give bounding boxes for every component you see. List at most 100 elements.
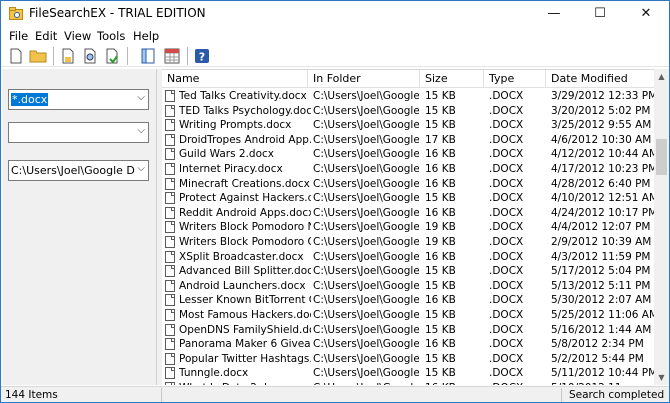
results-list[interactable]: Name In Folder Size Type Date Modified T… (162, 69, 654, 385)
menu-view[interactable]: View (64, 29, 91, 43)
scroll-thumb[interactable] (656, 139, 667, 175)
file-folder: C:\Users\Joel\Google ... (313, 192, 419, 205)
menu-bar: File Edit View Tools Help (1, 27, 669, 45)
list-item[interactable]: Internet Piracy.docx C:\Users\Joel\Google… (162, 162, 654, 177)
file-name: Reddit Android Apps.docx (179, 206, 311, 219)
help-icon[interactable]: ? (193, 47, 211, 65)
columns-icon[interactable] (163, 47, 181, 65)
file-folder: C:\Users\Joel\Google ... (313, 338, 419, 351)
file-folder: C:\Users\Joel\Google ... (313, 90, 419, 102)
maximize-button[interactable]: ☐ (577, 1, 623, 27)
list-header: Name In Folder Size Type Date Modified (162, 70, 654, 88)
file-type: .DOCX (489, 206, 524, 219)
column-header-type[interactable]: Type (484, 70, 546, 88)
list-item[interactable]: XSplit Broadcaster.docx C:\Users\Joel\Goo… (162, 250, 654, 265)
folder-value: C:\Users\Joel\Google Drive\M (11, 164, 135, 177)
menu-file[interactable]: File (9, 29, 28, 43)
file-folder: C:\Users\Joel\Google ... (313, 162, 419, 175)
file-date: 4/12/2012 10:44 AM (551, 148, 654, 161)
document-icon (165, 206, 175, 219)
document-icon (165, 90, 175, 102)
file-size: 16 KB (425, 177, 456, 190)
list-item[interactable]: Lesser Known BitTorrent Cli...C:\Users\J… (162, 293, 654, 308)
menu-edit[interactable]: Edit (35, 29, 57, 43)
list-item[interactable]: Guild Wars 2.docx C:\Users\Joel\Google ..… (162, 147, 654, 162)
chevron-down-icon[interactable]: ⌵ (137, 163, 145, 174)
file-date: 4/28/2012 6:40 PM (551, 177, 651, 190)
file-size: 15 KB (425, 104, 456, 117)
document-icon (165, 235, 175, 248)
file-date: 5/17/2012 5:04 PM (551, 265, 651, 278)
chevron-down-icon[interactable]: ⌵ (137, 92, 145, 103)
title-bar[interactable]: FileSearchEX - TRIAL EDITION — ☐ ✕ (1, 1, 669, 27)
minimize-button[interactable]: — (531, 1, 577, 27)
file-type: .DOCX (489, 177, 524, 190)
list-item[interactable]: OpenDNS FamilyShield.docxC:\Users\Joel\G… (162, 323, 654, 338)
list-item[interactable]: DroidTropes Android App.d...C:\Users\Joe… (162, 133, 654, 148)
list-item[interactable]: Most Famous Hackers.docx C:\Users\Joel\Go… (162, 308, 654, 323)
list-item[interactable]: TED Talks Psychology.docx C:\Users\Joel\G… (162, 104, 654, 119)
column-header-date[interactable]: Date Modified (546, 70, 654, 88)
list-item[interactable]: Writing Prompts.docx C:\Users\Joel\Google… (162, 118, 654, 133)
text-search-combo[interactable]: ⌵ (8, 122, 149, 143)
file-folder: C:\Users\Joel\Google ... (313, 381, 419, 385)
search-doc-icon[interactable] (59, 47, 77, 65)
column-header-name[interactable]: Name (162, 70, 308, 88)
vertical-scrollbar[interactable]: ▲ ▼ (654, 69, 669, 385)
list-item[interactable]: What Is Data 2.docxC:\Users\Joel\Google … (162, 381, 654, 385)
file-date: 2/9/2012 10:39 AM (551, 235, 652, 248)
folder-search-icon (9, 7, 23, 20)
document-icon (165, 294, 175, 307)
file-name: XSplit Broadcaster.docx (179, 250, 304, 263)
export-icon[interactable] (103, 47, 121, 65)
file-pattern-combo[interactable]: *.docx ⌵ (8, 89, 149, 110)
file-folder: C:\Users\Joel\Google ... (313, 279, 419, 292)
file-size: 16 KB (425, 206, 456, 219)
document-icon (165, 250, 175, 263)
list-item[interactable]: Android Launchers.docx C:\Users\Joel\Goog… (162, 279, 654, 294)
file-size: 17 KB (425, 133, 456, 146)
list-item[interactable]: Tunngle.docx C:\Users\Joel\Google ... 15 K… (162, 366, 654, 381)
close-button[interactable]: ✕ (623, 1, 669, 27)
folder-combo[interactable]: C:\Users\Joel\Google Drive\M ⌵ (8, 160, 149, 181)
list-item[interactable]: Popular Twitter Hashtags.d...C:\Users\Jo… (162, 352, 654, 367)
file-size: 15 KB (425, 308, 456, 321)
document-icon (165, 308, 175, 321)
file-size: 15 KB (425, 265, 456, 278)
file-name: Guild Wars 2.docx (179, 148, 274, 161)
list-item[interactable]: Minecraft Creations.docx C:\Users\Joel\Go… (162, 177, 654, 192)
file-name: DroidTropes Android App.d... (179, 133, 311, 146)
preview-icon[interactable] (81, 47, 99, 65)
document-icon (165, 265, 175, 278)
file-name: Writers Block Pomodoro OL... (179, 235, 311, 248)
scroll-up-icon[interactable]: ▲ (654, 69, 669, 84)
open-folder-icon[interactable] (29, 47, 47, 65)
file-size: 15 KB (425, 367, 456, 380)
file-type: .DOCX (489, 133, 524, 146)
file-date: 4/4/2012 12:07 PM (551, 221, 651, 234)
file-date: 5/16/2012 1:44 AM (551, 323, 652, 336)
column-header-size[interactable]: Size (420, 70, 484, 88)
menu-help[interactable]: Help (133, 29, 159, 43)
file-type: .DOCX (489, 323, 524, 336)
file-date: 5/8/2012 2:34 PM (551, 338, 644, 351)
list-item[interactable]: Writers Block Pomodoro NE...C:\Users\Joe… (162, 220, 654, 235)
list-item[interactable]: Advanced Bill Splitter.docx C:\Users\Joel… (162, 264, 654, 279)
document-icon (165, 381, 175, 385)
panel-icon[interactable] (139, 47, 157, 65)
list-item[interactable]: Panorama Maker 6 Giveawa...C:\Users\Joel… (162, 337, 654, 352)
list-item[interactable]: Ted Talks Creativity.docx C:\Users\Joel\G… (162, 89, 654, 104)
chevron-down-icon[interactable]: ⌵ (137, 125, 145, 136)
file-date: 5/30/2012 2:07 AM (551, 294, 652, 307)
file-date: 3/20/2012 5:02 PM (551, 104, 651, 117)
scroll-down-icon[interactable]: ▼ (654, 370, 669, 385)
new-search-icon[interactable] (7, 47, 25, 65)
menu-tools[interactable]: Tools (97, 29, 125, 43)
file-type: .DOCX (489, 250, 524, 263)
list-item[interactable]: Reddit Android Apps.docx C:\Users\Joel\Go… (162, 206, 654, 221)
file-date: 5/13/2012 5:11 PM (551, 279, 651, 292)
list-item[interactable]: Protect Against Hackers.docxC:\Users\Joe… (162, 191, 654, 206)
column-header-folder[interactable]: In Folder (308, 70, 420, 88)
list-item[interactable]: Writers Block Pomodoro OL...C:\Users\Joe… (162, 235, 654, 250)
document-icon (165, 323, 175, 336)
